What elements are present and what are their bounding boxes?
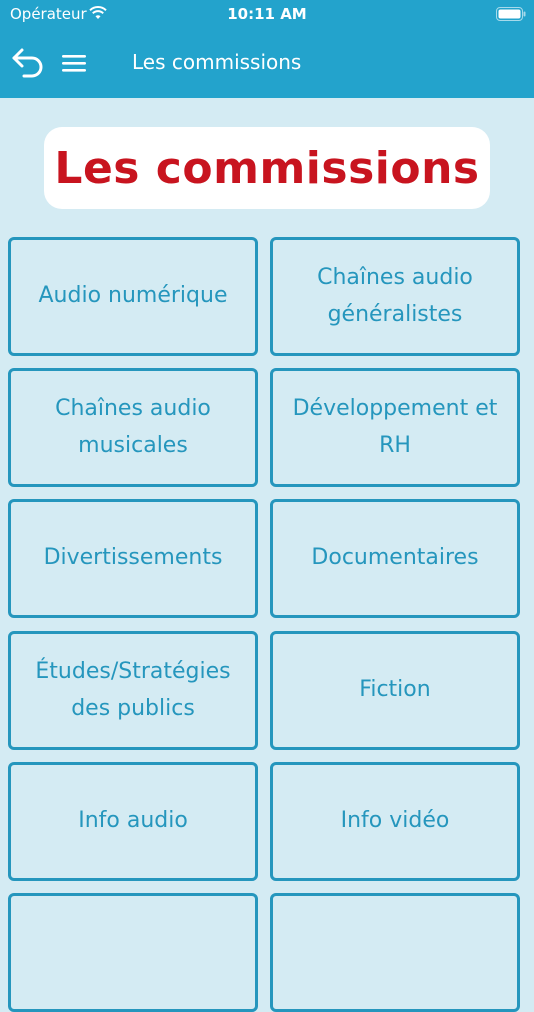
page-title-card: Les commissions: [44, 127, 490, 209]
commission-tile[interactable]: Développement et RH: [270, 368, 520, 487]
commission-tile[interactable]: Chaînes audio musicales: [8, 368, 258, 487]
commission-tile[interactable]: Documentaires: [270, 499, 520, 618]
commission-tile[interactable]: [270, 893, 520, 1012]
nav-title: Les commissions: [132, 50, 302, 74]
commission-tile[interactable]: Chaînes audio généralistes: [270, 237, 520, 356]
commission-tile[interactable]: Audio numérique: [8, 237, 258, 356]
commission-tile[interactable]: Fiction: [270, 631, 520, 750]
commission-tile[interactable]: Info vidéo: [270, 762, 520, 881]
hamburger-menu-icon[interactable]: [62, 51, 88, 75]
page-title: Les commissions: [54, 142, 480, 194]
commission-tile[interactable]: Info audio: [8, 762, 258, 881]
nav-bar: Les commissions: [0, 28, 534, 98]
back-arrow-icon[interactable]: [10, 46, 46, 80]
commission-tile[interactable]: Divertissements: [8, 499, 258, 618]
battery-icon: [496, 7, 526, 21]
status-bar: Opérateur 10:11 AM: [0, 0, 534, 28]
clock: 10:11 AM: [227, 5, 307, 23]
commission-tile[interactable]: [8, 893, 258, 1012]
commission-tile[interactable]: Études/Stratégies des publics: [8, 631, 258, 750]
